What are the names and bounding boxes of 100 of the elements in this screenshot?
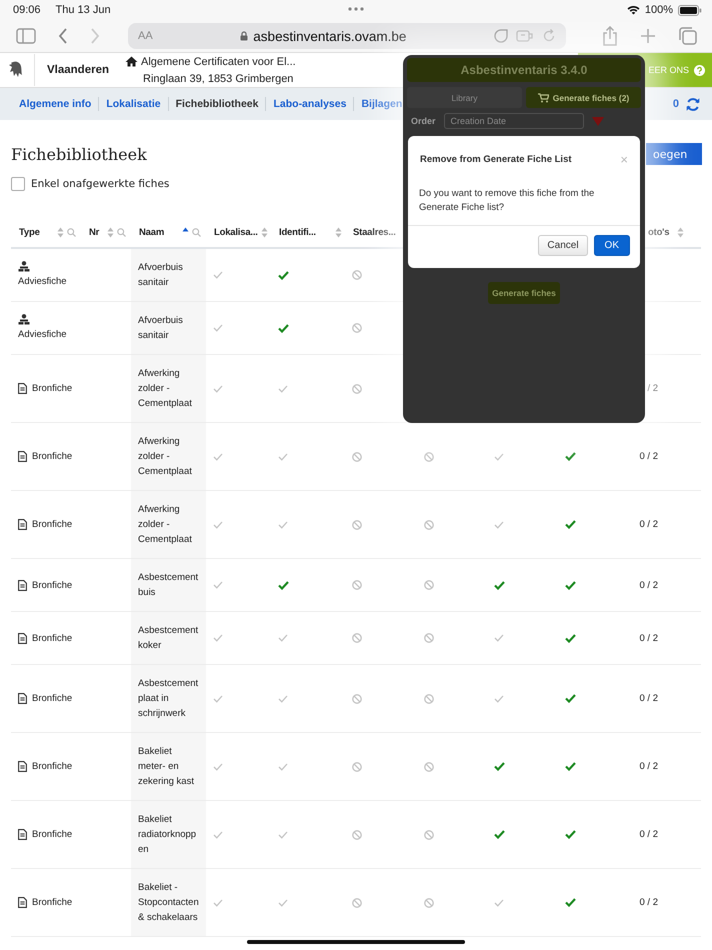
reader-icon[interactable] <box>494 29 508 43</box>
document-icon <box>18 451 27 462</box>
photo-count: 0 / 2 <box>640 760 658 774</box>
search-icon[interactable] <box>117 228 126 236</box>
column-header[interactable]: Nr <box>89 226 100 238</box>
brand-name[interactable]: Vlaanderen <box>34 54 109 86</box>
not-applicable-icon <box>352 452 362 462</box>
not-applicable-icon <box>352 520 362 530</box>
ok-button[interactable]: OK <box>594 235 630 256</box>
document-icon <box>18 632 27 644</box>
photo-count: 0 / 2 <box>640 692 658 706</box>
photo-count: 0 / 2 <box>640 632 658 646</box>
status-time: 09:06 <box>13 4 41 16</box>
not-applicable-icon <box>424 898 434 908</box>
cancel-button[interactable]: Cancel <box>538 235 588 256</box>
fiche-type: Bronfiche <box>32 632 72 646</box>
search-icon[interactable] <box>192 228 201 236</box>
fiche-name: Afwerking zolder - Cementplaat <box>138 435 193 479</box>
nav-tab[interactable]: Fichebibliotheek <box>176 98 258 110</box>
not-applicable-icon <box>352 694 362 704</box>
refresh-icon[interactable] <box>686 98 700 110</box>
nav-tab[interactable]: Lokalisatie <box>106 98 161 110</box>
back-icon[interactable] <box>58 28 68 44</box>
not-applicable-icon <box>352 762 362 772</box>
add-button[interactable]: oegen <box>646 143 702 165</box>
search-icon[interactable] <box>67 228 76 236</box>
not-applicable-icon <box>424 762 434 772</box>
dialog-title: Remove from Generate Fiche List <box>420 154 572 165</box>
document-icon <box>18 383 27 394</box>
dialog-message: Do you want to remove this fiche from the Generate Fiche list? <box>408 187 640 226</box>
document-icon <box>18 761 27 772</box>
filter-checkbox[interactable] <box>11 177 25 191</box>
column-header[interactable]: Identifi... <box>279 226 316 238</box>
not-applicable-icon <box>352 270 362 280</box>
new-tab-icon[interactable] <box>640 28 656 44</box>
fiche-name: Bakeliet radiatorknoppen <box>138 813 198 857</box>
column-header[interactable]: oto's <box>648 226 670 238</box>
column-header[interactable]: Type <box>19 226 40 238</box>
fiche-name: Bakeliet - Stopcontacten & schakelaars <box>138 881 200 925</box>
generate-button[interactable]: Generate fiches <box>488 282 560 304</box>
url-text: asbestinventaris.ovam.be <box>253 28 406 44</box>
not-applicable-icon <box>352 898 362 908</box>
not-applicable-icon <box>424 694 434 704</box>
fiche-type: Bronfiche <box>32 578 72 592</box>
popover-tab[interactable]: Generate fiches (2) <box>526 87 641 108</box>
share-icon[interactable] <box>602 26 618 46</box>
fiche-name: Asbestcementbuis <box>138 571 200 600</box>
column-header[interactable]: Lokalisa... <box>214 226 258 238</box>
tabs-icon[interactable] <box>678 26 698 46</box>
sidebar-icon[interactable] <box>16 28 36 44</box>
fiche-type: Adviesfiche <box>18 275 67 289</box>
extension-icon[interactable] <box>516 29 534 43</box>
sort-direction-icon[interactable] <box>592 116 604 126</box>
not-applicable-icon <box>424 452 434 462</box>
fiche-type: Bronfiche <box>32 692 72 706</box>
not-applicable-icon <box>352 384 362 394</box>
nav-tab[interactable]: Labo-analyses <box>273 98 346 110</box>
column-header[interactable]: Staalres... <box>353 226 396 238</box>
nav-tab[interactable]: Bijlagen <box>361 98 402 110</box>
more-dots-icon <box>348 7 364 11</box>
people-icon <box>18 261 30 272</box>
address-bar[interactable]: AA asbestinventaris.ovam.be <box>128 23 566 49</box>
fiche-type: Bronfiche <box>32 828 72 842</box>
wifi-icon <box>626 5 640 15</box>
nav-tab[interactable]: Algemene info <box>19 98 92 110</box>
not-applicable-icon <box>424 520 434 530</box>
sync-count: 0 <box>672 98 679 110</box>
fiche-type: Bronfiche <box>32 760 72 774</box>
not-applicable-icon <box>352 633 362 643</box>
not-applicable-icon <box>424 633 434 643</box>
fiche-name: Asbestcementkoker <box>138 624 200 653</box>
not-applicable-icon <box>352 580 362 590</box>
fiche-name: Asbestcementplaat in schrijnwerk <box>138 677 200 721</box>
not-applicable-icon <box>352 830 362 840</box>
lock-icon <box>240 31 248 41</box>
photo-count: 0 / 2 <box>640 896 658 910</box>
reload-icon[interactable] <box>542 29 556 43</box>
fiche-name: Afwerking zolder - Cementplaat <box>138 367 193 411</box>
page-title: Fichebibliotheek <box>11 144 147 164</box>
photo-count: 0 / 2 <box>640 828 658 842</box>
breadcrumb-current[interactable]: Ringlaan 39, 1853 Grimbergen <box>143 72 294 84</box>
breadcrumb-link[interactable]: Algemene Certificaten voor El... <box>141 56 296 68</box>
order-label: Order <box>411 116 436 126</box>
battery-percent: 100% <box>644 4 673 16</box>
forward-icon[interactable] <box>90 28 100 44</box>
column-header[interactable]: Naam <box>139 226 164 238</box>
fiche-type: Bronfiche <box>32 518 72 532</box>
document-icon <box>18 693 27 704</box>
not-applicable-icon <box>424 830 434 840</box>
popover-tab[interactable]: Library <box>407 87 522 108</box>
not-applicable-icon <box>424 580 434 590</box>
cart-icon <box>538 92 549 102</box>
order-select[interactable]: Creation Date <box>444 113 584 129</box>
fiche-name: Afwerking zolder - Cementplaat <box>138 503 193 547</box>
document-icon <box>18 829 27 840</box>
photo-count: 0 / 2 <box>640 518 658 532</box>
popover-title: Asbestinventaris 3.4.0 <box>407 58 641 82</box>
fiche-name: Afvoerbuis sanitair <box>138 314 184 343</box>
home-icon[interactable] <box>125 56 138 67</box>
not-applicable-icon <box>352 323 362 333</box>
